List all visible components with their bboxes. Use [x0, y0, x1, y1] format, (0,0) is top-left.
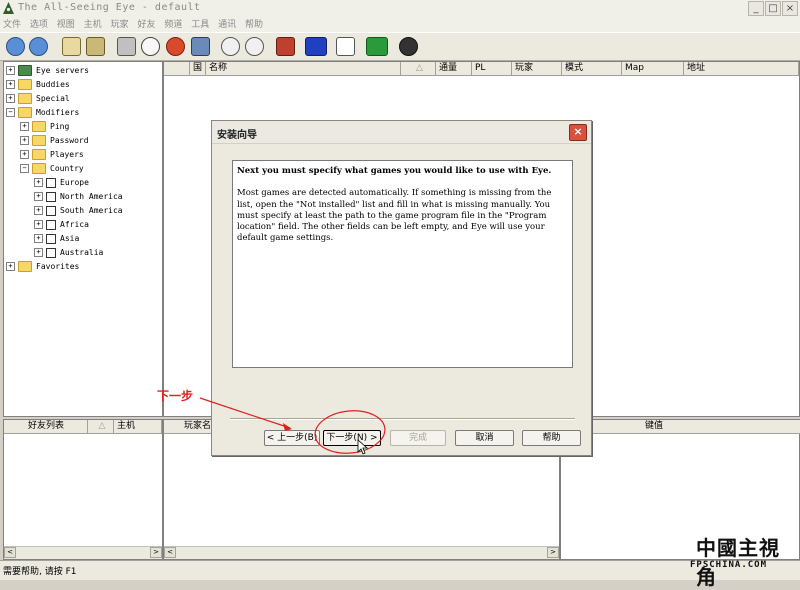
- annotation-overlay: [199, 397, 386, 455]
- annotation-circle: [314, 410, 386, 454]
- annotation-arrow: [199, 397, 291, 429]
- annotation-arrowhead: [283, 423, 292, 431]
- watermark-url: FPSCHINA.COM: [690, 560, 768, 570]
